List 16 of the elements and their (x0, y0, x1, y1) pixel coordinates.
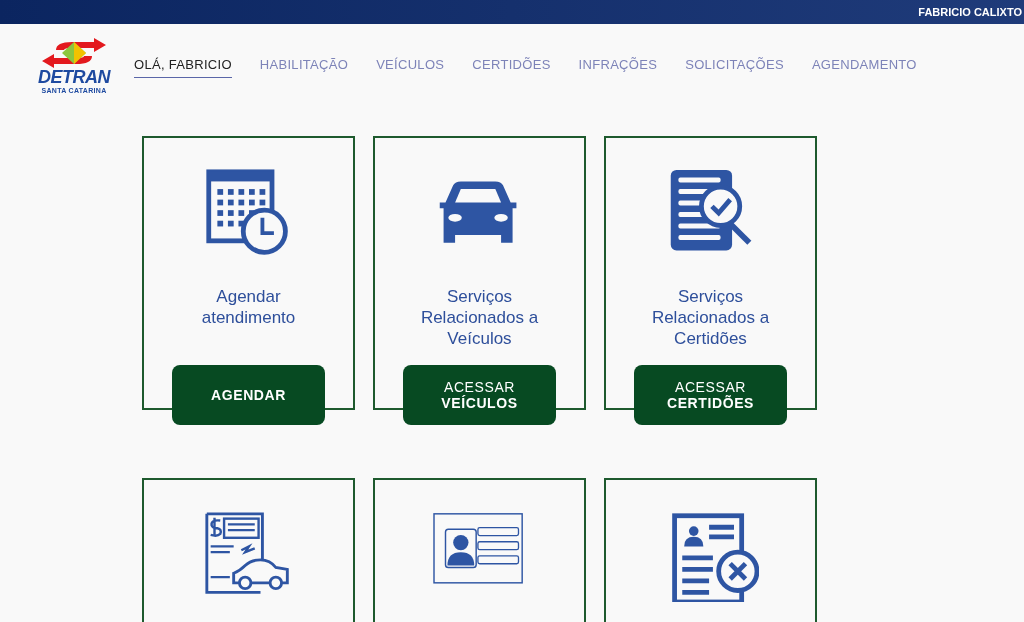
nav-link[interactable]: AGENDAMENTO (811, 54, 917, 78)
nav-link[interactable]: HABILITAÇÃO (259, 54, 349, 78)
nav-link[interactable]: VEÍCULOS (376, 54, 445, 78)
card-title: Serviços Relacionados a Certidões (650, 286, 771, 350)
logo-text: DETRAN (38, 67, 110, 86)
nav-link[interactable]: SOLICITAÇÕES (685, 54, 784, 78)
card-title: Agendar atendimento (200, 286, 297, 329)
nav-link[interactable]: CERTIDÕES (472, 54, 551, 78)
card-title: Serviços Relacionados a Veículos (419, 286, 540, 350)
card-button[interactable]: ACESSAR VEÍCULOS (403, 365, 556, 425)
nav-link[interactable]: OLÁ, FABRICIO (134, 54, 232, 78)
user-name[interactable]: FABRICIO CALIXTO (918, 6, 1022, 18)
card-button[interactable]: ACESSAR CERTIDÕES (634, 365, 787, 425)
nav-link[interactable]: INFRAÇÕES (578, 54, 658, 78)
arrows-logo-icon (42, 37, 106, 68)
card-button[interactable]: AGENDAR (172, 365, 325, 425)
